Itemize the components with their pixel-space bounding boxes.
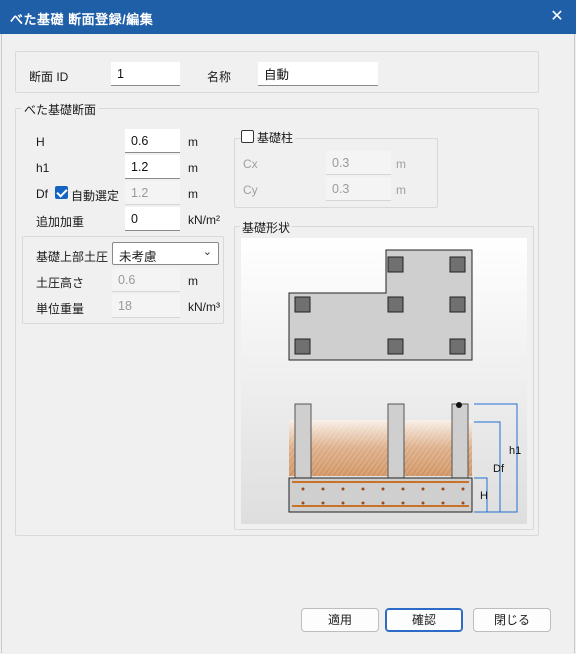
df-auto-checkbox[interactable] <box>55 186 68 199</box>
plan-column <box>387 296 404 313</box>
soil-pressure-select[interactable]: 未考慮 ⌄ <box>112 242 219 265</box>
load-input[interactable] <box>125 207 180 231</box>
plan-column <box>294 296 311 313</box>
df-auto-label[interactable]: 自動選定 <box>71 187 119 204</box>
h-label: H <box>36 135 45 149</box>
h1-label: h1 <box>36 161 50 175</box>
close-button[interactable]: 閉じる <box>473 608 551 632</box>
shape-legend: 基礎形状 <box>240 219 293 236</box>
name-input[interactable] <box>258 62 378 86</box>
soil-height-input <box>112 268 180 292</box>
dim-df-label: Df <box>493 463 505 475</box>
h1-input[interactable] <box>125 155 180 179</box>
reference-point <box>456 402 462 408</box>
section-id-input[interactable] <box>111 62 180 86</box>
chevron-down-icon: ⌄ <box>202 246 212 258</box>
unit-weight-input <box>112 294 180 318</box>
soil-pressure-value: 未考慮 <box>119 250 157 264</box>
cx-label: Cx <box>243 157 258 171</box>
df-input <box>125 181 180 205</box>
h-input[interactable] <box>125 129 180 153</box>
name-label: 名称 <box>207 70 232 84</box>
plan-column <box>449 296 466 313</box>
section-column <box>294 403 312 479</box>
dim-h-label: H <box>480 490 488 502</box>
window-title: べた基礎 断面登録/編集 <box>10 12 154 27</box>
plan-column <box>449 256 466 273</box>
load-unit: kN/m² <box>188 213 220 227</box>
df-unit: m <box>188 187 198 201</box>
apply-button[interactable]: 適用 <box>301 608 379 632</box>
section-legend: べた基礎断面 <box>22 101 99 118</box>
soil-pressure-label: 基礎上部土圧 <box>36 250 109 264</box>
title-bar: べた基礎 断面登録/編集 ✕ <box>0 0 576 34</box>
cy-label: Cy <box>243 183 258 197</box>
foundation-diagram: h1 Df H <box>241 238 527 524</box>
unit-weight-unit: kN/m³ <box>188 300 220 314</box>
soil-height-label: 土圧高さ <box>36 276 85 290</box>
load-label: 追加加重 <box>36 215 85 229</box>
df-label: Df <box>36 187 48 201</box>
section-column <box>387 403 405 479</box>
cx-input <box>326 151 391 175</box>
column-label[interactable]: 基礎柱 <box>255 129 296 146</box>
soil-fade <box>289 420 472 476</box>
cy-unit: m <box>396 183 406 197</box>
column-checkbox[interactable] <box>241 130 254 143</box>
shape-drawing-area: h1 Df H <box>241 238 527 524</box>
close-icon[interactable]: ✕ <box>544 4 570 30</box>
plan-column <box>449 338 466 355</box>
dim-h1-label: h1 <box>509 445 521 457</box>
unit-weight-label: 単位重量 <box>36 302 85 316</box>
h1-unit: m <box>188 161 198 175</box>
h-unit: m <box>188 135 198 149</box>
cy-input <box>326 177 391 201</box>
section-id-label: 断面 ID <box>29 70 69 84</box>
ok-button[interactable]: 確認 <box>385 608 463 632</box>
plan-column <box>387 338 404 355</box>
plan-column <box>387 256 404 273</box>
soil-height-unit: m <box>188 274 198 288</box>
section-column <box>451 403 469 479</box>
plan-column <box>294 338 311 355</box>
cx-unit: m <box>396 157 406 171</box>
